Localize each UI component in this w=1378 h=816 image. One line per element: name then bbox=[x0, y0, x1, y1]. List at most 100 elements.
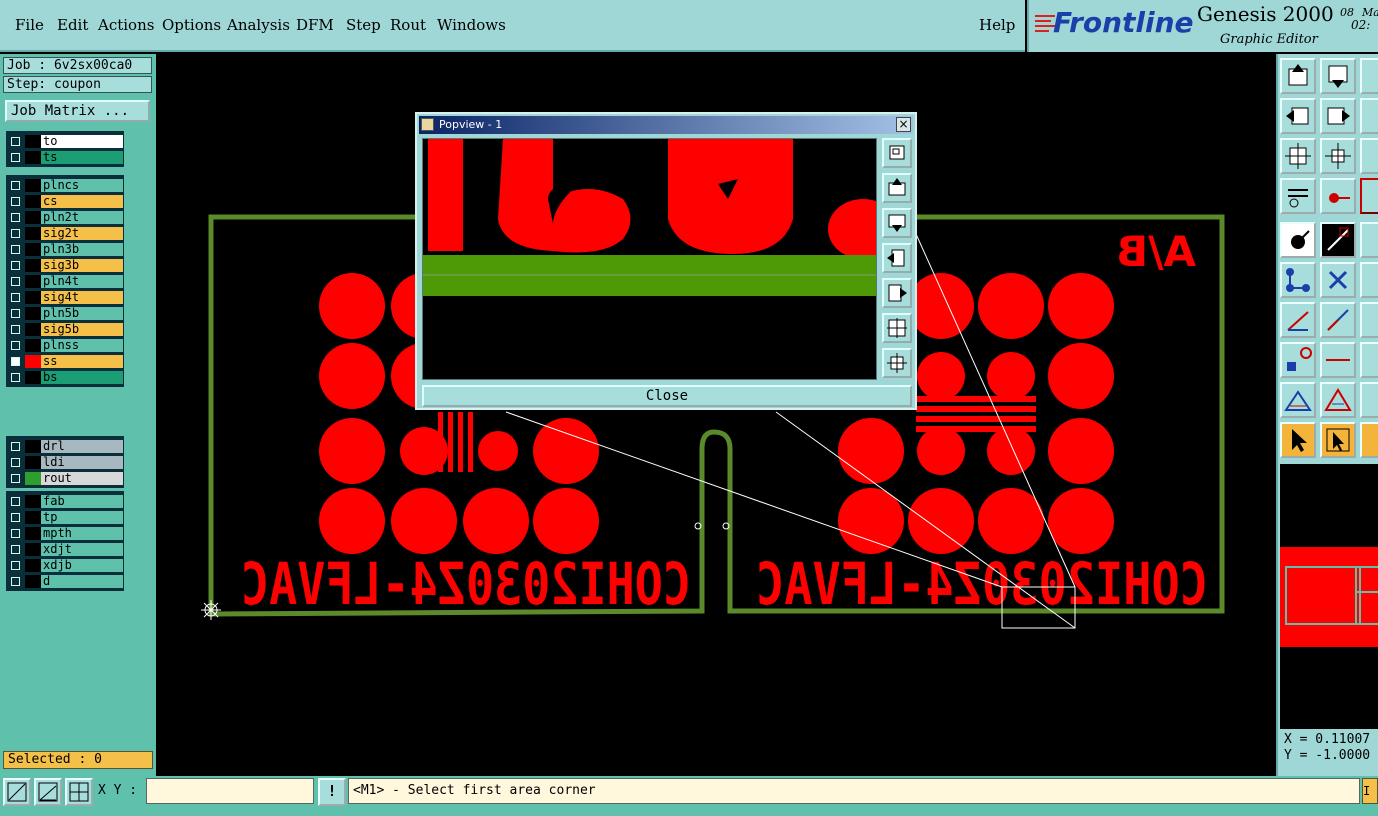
layer-name[interactable]: sig5b bbox=[41, 323, 123, 336]
layer-row-pln5b[interactable]: pln5b bbox=[7, 306, 123, 321]
layer-checkbox[interactable] bbox=[11, 309, 20, 318]
tool-r4c3[interactable] bbox=[1360, 178, 1378, 214]
warning-icon[interactable]: ! bbox=[318, 778, 346, 806]
layer-color-swatch[interactable] bbox=[25, 291, 41, 304]
tool-connect[interactable] bbox=[1280, 262, 1316, 298]
layer-color-swatch[interactable] bbox=[25, 559, 41, 572]
layer-checkbox[interactable] bbox=[11, 181, 20, 190]
layer-checkbox[interactable] bbox=[11, 261, 20, 270]
grid-mode-icon[interactable] bbox=[65, 778, 93, 806]
pan-right-button[interactable] bbox=[882, 278, 912, 308]
layer-row-mpth[interactable]: mpth bbox=[7, 526, 123, 541]
layer-checkbox[interactable] bbox=[11, 357, 20, 366]
close-icon[interactable]: × bbox=[896, 117, 911, 132]
layer-color-swatch[interactable] bbox=[25, 151, 41, 164]
layer-name[interactable]: fab bbox=[41, 495, 123, 508]
layer-checkbox[interactable] bbox=[11, 561, 20, 570]
layer-color-swatch[interactable] bbox=[25, 495, 41, 508]
layer-name[interactable]: ts bbox=[41, 151, 123, 164]
tool-triangle[interactable] bbox=[1280, 382, 1316, 418]
layer-row-fab[interactable]: fab bbox=[7, 494, 123, 509]
layer-name[interactable]: sig4t bbox=[41, 291, 123, 304]
menu-windows[interactable]: Windows bbox=[437, 16, 506, 34]
layer-row-sig4t[interactable]: sig4t bbox=[7, 290, 123, 305]
layer-checkbox[interactable] bbox=[11, 513, 20, 522]
pan-left-button[interactable] bbox=[882, 243, 912, 273]
popview-close-button[interactable]: Close bbox=[422, 385, 912, 407]
layer-checkbox[interactable] bbox=[11, 458, 20, 467]
select-box-icon[interactable] bbox=[1320, 422, 1356, 458]
snap-mode-icon[interactable] bbox=[3, 778, 31, 806]
layer-row-sig5b[interactable]: sig5b bbox=[7, 322, 123, 337]
pan-up-button[interactable] bbox=[882, 173, 912, 203]
job-matrix-button[interactable]: Job Matrix ... bbox=[5, 100, 150, 122]
tool-horizontal[interactable] bbox=[1320, 342, 1356, 378]
pan-down-tool[interactable] bbox=[1320, 58, 1356, 94]
layer-row-ts[interactable]: ts bbox=[7, 150, 123, 165]
layer-checkbox[interactable] bbox=[11, 197, 20, 206]
tool-r9c3[interactable] bbox=[1360, 382, 1378, 418]
layer-name[interactable]: ldi bbox=[41, 456, 123, 469]
popview-titlebar[interactable]: Popview - 1 × bbox=[419, 116, 913, 134]
layer-color-swatch[interactable] bbox=[25, 527, 41, 540]
layer-name[interactable]: d bbox=[41, 575, 123, 588]
menu-file[interactable]: File bbox=[15, 16, 44, 34]
layer-row-sig3b[interactable]: sig3b bbox=[7, 258, 123, 273]
layer-checkbox[interactable] bbox=[11, 137, 20, 146]
layer-color-swatch[interactable] bbox=[25, 511, 41, 524]
layer-color-swatch[interactable] bbox=[25, 323, 41, 336]
layer-name[interactable]: to bbox=[41, 135, 123, 148]
layer-checkbox[interactable] bbox=[11, 545, 20, 554]
angle-mode-icon[interactable] bbox=[34, 778, 62, 806]
tool-snap[interactable] bbox=[1280, 342, 1316, 378]
layer-row-cs[interactable]: cs bbox=[7, 194, 123, 209]
layer-checkbox[interactable] bbox=[11, 213, 20, 222]
layer-color-swatch[interactable] bbox=[25, 339, 41, 352]
layer-name[interactable]: tp bbox=[41, 511, 123, 524]
layer-row-sig2t[interactable]: sig2t bbox=[7, 226, 123, 241]
layer-name[interactable]: sig2t bbox=[41, 227, 123, 240]
layer-row-tp[interactable]: tp bbox=[7, 510, 123, 525]
select-arrow-icon[interactable] bbox=[1280, 422, 1316, 458]
tool-delete-point[interactable] bbox=[1320, 262, 1356, 298]
popview-canvas[interactable] bbox=[422, 138, 877, 380]
menu-analysis[interactable]: Analysis bbox=[227, 16, 290, 34]
layer-checkbox[interactable] bbox=[11, 341, 20, 350]
tool-settings[interactable] bbox=[1280, 178, 1316, 214]
layer-row-plncs[interactable]: plncs bbox=[7, 178, 123, 193]
layer-color-swatch[interactable] bbox=[25, 195, 41, 208]
right-status-button[interactable]: I bbox=[1362, 778, 1378, 804]
layer-name[interactable]: mpth bbox=[41, 527, 123, 540]
layer-color-swatch[interactable] bbox=[25, 243, 41, 256]
layer-name[interactable]: plnss bbox=[41, 339, 123, 352]
tool-r5c3[interactable] bbox=[1360, 222, 1378, 258]
tool-r10c3[interactable] bbox=[1360, 422, 1378, 458]
layer-color-swatch[interactable] bbox=[25, 472, 41, 485]
layer-color-swatch[interactable] bbox=[25, 227, 41, 240]
xy-input[interactable] bbox=[146, 778, 314, 804]
layer-color-swatch[interactable] bbox=[25, 259, 41, 272]
layer-row-drl[interactable]: drl bbox=[7, 439, 123, 454]
layer-row-xdjt[interactable]: xdjt bbox=[7, 542, 123, 557]
tool-r1c3[interactable] bbox=[1360, 58, 1378, 94]
layer-row-plnss[interactable]: plnss bbox=[7, 338, 123, 353]
menu-help[interactable]: Help bbox=[979, 16, 1015, 34]
layer-checkbox[interactable] bbox=[11, 245, 20, 254]
layer-color-swatch[interactable] bbox=[25, 211, 41, 224]
zoom-out-button[interactable] bbox=[882, 348, 912, 378]
tool-r2c3[interactable] bbox=[1360, 98, 1378, 134]
layer-name[interactable]: ss bbox=[41, 355, 123, 368]
pan-down-button[interactable] bbox=[882, 208, 912, 238]
layer-checkbox[interactable] bbox=[11, 373, 20, 382]
layer-row-ldi[interactable]: ldi bbox=[7, 455, 123, 470]
layer-name[interactable]: bs bbox=[41, 371, 123, 384]
layer-name[interactable]: xdjb bbox=[41, 559, 123, 572]
tool-triangle-alt[interactable] bbox=[1320, 382, 1356, 418]
tool-r3c3[interactable] bbox=[1360, 138, 1378, 174]
layer-color-swatch[interactable] bbox=[25, 355, 41, 368]
menu-rout[interactable]: Rout bbox=[390, 16, 426, 34]
layer-checkbox[interactable] bbox=[11, 497, 20, 506]
tool-measure[interactable] bbox=[1320, 178, 1356, 214]
tool-r6c3[interactable] bbox=[1360, 262, 1378, 298]
layer-checkbox[interactable] bbox=[11, 474, 20, 483]
